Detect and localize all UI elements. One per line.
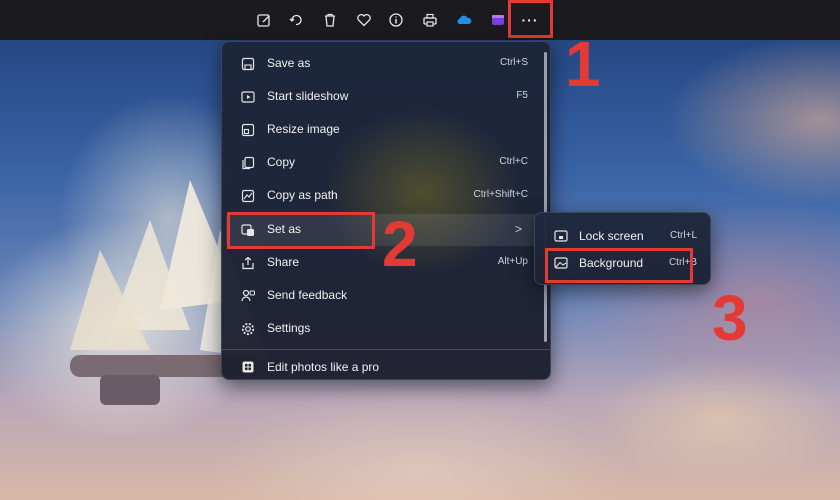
- edit-pro-icon: [242, 361, 254, 373]
- copy-path-icon: [241, 189, 255, 203]
- menu-item-edit-photos-pro[interactable]: Edit photos like a pro: [226, 353, 542, 379]
- menu-item-shortcut: Ctrl+S: [499, 57, 528, 68]
- menu-item-copy[interactable]: Copy Ctrl+C: [226, 147, 542, 179]
- step-1-label: 1: [565, 28, 601, 100]
- menu-item-resize-image[interactable]: Resize image: [226, 114, 542, 146]
- menu-item-shortcut: Ctrl+Shift+C: [473, 189, 528, 200]
- menu-item-label: Resize image: [267, 122, 340, 136]
- feedback-icon: [241, 289, 255, 302]
- menu-item-label: Copy as path: [267, 188, 338, 202]
- menu-item-label: Share: [267, 255, 300, 269]
- delete-icon[interactable]: [320, 10, 340, 30]
- save-icon: [241, 57, 255, 71]
- menu-item-send-feedback[interactable]: Send feedback: [226, 280, 542, 312]
- print-icon[interactable]: [420, 10, 440, 30]
- menu-item-shortcut: Ctrl+C: [499, 156, 528, 167]
- settings-icon: [241, 322, 255, 336]
- highlight-more-options: [508, 0, 553, 38]
- lock-screen-icon: [554, 230, 568, 242]
- submenu-item-shortcut: Ctrl+L: [670, 230, 697, 241]
- share-icon: [242, 256, 254, 270]
- menu-item-settings[interactable]: Settings: [226, 313, 542, 345]
- favorite-icon[interactable]: [354, 10, 374, 30]
- menu-item-label: Save as: [267, 56, 311, 70]
- rotate-icon[interactable]: [286, 10, 306, 30]
- menu-item-start-slideshow[interactable]: Start slideshow F5: [226, 81, 542, 113]
- highlight-background: [545, 248, 693, 283]
- step-2-label: 2: [382, 208, 418, 280]
- step-3-label: 3: [712, 282, 748, 354]
- highlight-set-as: [227, 212, 375, 249]
- edit-image-icon[interactable]: [254, 10, 274, 30]
- chevron-right-icon: >: [514, 222, 522, 236]
- menu-item-label: Send feedback: [267, 288, 348, 302]
- onedrive-icon[interactable]: [454, 10, 474, 30]
- menu-item-label: Start slideshow: [267, 89, 349, 103]
- resize-icon: [241, 123, 255, 137]
- copy-icon: [242, 156, 255, 170]
- menu-item-shortcut: F5: [516, 90, 528, 101]
- submenu-item-label: Lock screen: [579, 229, 644, 243]
- clipchamp-icon[interactable]: [488, 10, 508, 30]
- menu-item-label: Copy: [267, 155, 296, 169]
- menu-divider: [222, 349, 550, 350]
- menu-scrollbar[interactable]: [544, 52, 547, 342]
- menu-item-save-as[interactable]: Save as Ctrl+S: [226, 48, 542, 80]
- menu-item-label: Settings: [267, 321, 311, 335]
- menu-item-label: Edit photos like a pro: [267, 360, 380, 374]
- menu-item-shortcut: Alt+Up: [497, 256, 528, 267]
- info-icon[interactable]: [386, 10, 406, 30]
- slideshow-icon: [241, 91, 255, 103]
- submenu-item-lock-screen[interactable]: Lock screen Ctrl+L: [541, 222, 703, 250]
- photos-toolbar: ···: [0, 0, 840, 40]
